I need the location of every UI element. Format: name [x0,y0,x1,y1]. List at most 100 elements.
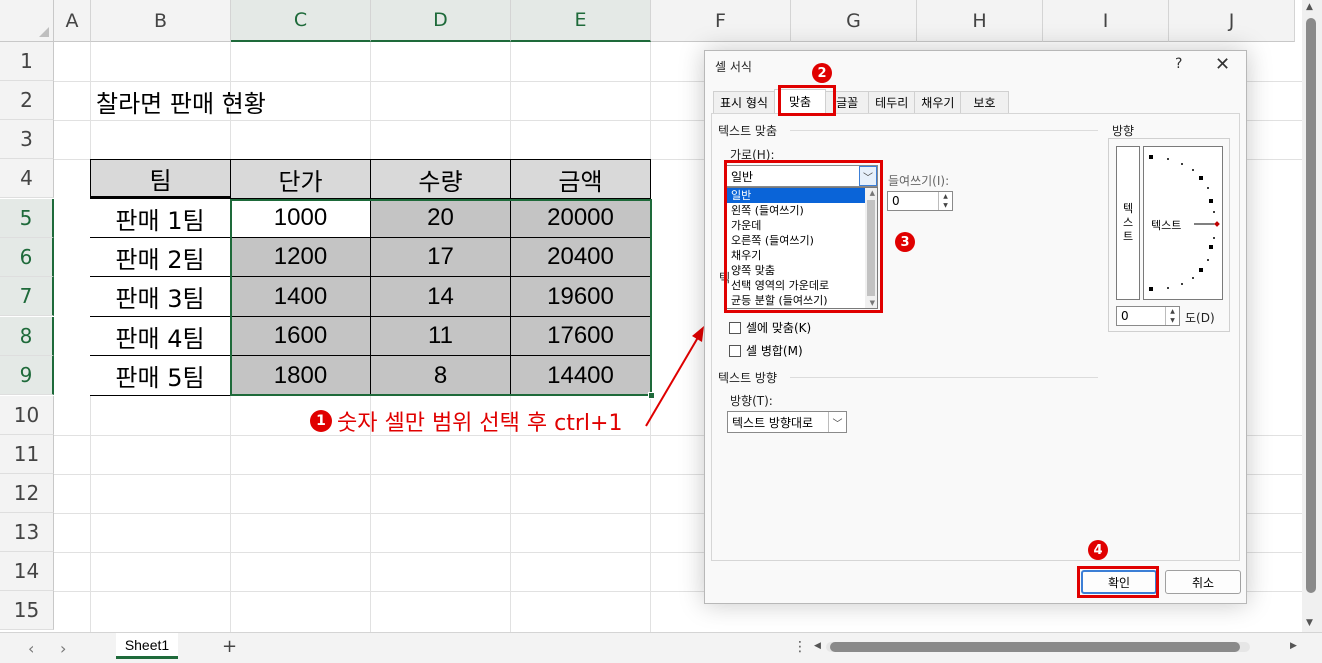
table-cell-team[interactable]: 판매 5팀 [90,356,231,396]
tab-fill[interactable]: 채우기 [914,91,962,113]
checkbox-box[interactable] [729,344,741,357]
spinner-arrows-icon[interactable]: ▲ ▼ [938,192,952,210]
table-cell-amount[interactable]: 14400 [511,356,651,396]
list-item[interactable]: 왼쪽 (들여쓰기) [727,203,877,218]
select-all-corner[interactable] [0,0,54,42]
row-header-9[interactable]: 9 [0,356,54,395]
table-header-amount[interactable]: 금액 [511,159,651,199]
table-header-quantity[interactable]: 수량 [371,159,511,199]
column-header-f[interactable]: F [651,0,791,42]
column-header-a[interactable]: A [54,0,91,42]
tab-alignment[interactable]: 맞춤 [773,89,827,113]
add-sheet-button[interactable]: + [222,636,237,657]
table-cell-amount[interactable]: 17600 [511,317,651,356]
scroll-up-icon[interactable]: ▲ [1306,2,1313,12]
checkbox-box[interactable] [729,321,741,334]
horizontal-align-listbox[interactable]: 일반 왼쪽 (들여쓰기) 가운데 오른쪽 (들여쓰기) 채우기 양쪽 맞춤 선택… [726,187,878,309]
indent-spinner[interactable]: 0 ▲ ▼ [887,191,953,211]
table-cell-unit-price[interactable]: 1000 [231,199,371,238]
list-item[interactable]: 가운데 [727,218,877,233]
shrink-to-fit-checkbox[interactable]: 셀에 맞춤(K) [729,319,811,336]
tab-number[interactable]: 표시 형식 [713,91,775,113]
table-cell-unit-price[interactable]: 1600 [231,317,371,356]
scroll-down-icon[interactable]: ▼ [870,299,875,307]
row-header-10[interactable]: 10 [0,396,54,435]
table-cell-unit-price[interactable]: 1800 [231,356,371,396]
prev-sheet-icon[interactable]: ‹ [28,639,34,658]
row-header-3[interactable]: 3 [0,120,54,159]
vertical-text-button[interactable]: 텍 스 트 [1116,146,1140,300]
table-header-team[interactable]: 팀 [90,159,231,199]
shrink-to-fit-label: 셀에 맞춤(K) [746,321,812,335]
table-cell-amount[interactable]: 19600 [511,277,651,317]
table-cell-team[interactable]: 판매 1팀 [90,199,231,238]
row-header-2[interactable]: 2 [0,81,54,120]
scroll-down-icon[interactable]: ▼ [1306,618,1313,628]
column-header-g[interactable]: G [791,0,917,42]
column-header-d[interactable]: D [371,0,511,42]
scroll-right-icon[interactable]: ▶ [1290,641,1297,651]
merge-cells-checkbox[interactable]: 셀 병합(M) [729,342,803,359]
table-cell-quantity[interactable]: 8 [371,356,511,396]
tab-font[interactable]: 글꼴 [825,91,870,113]
help-icon[interactable]: ? [1175,56,1182,72]
column-header-b[interactable]: B [91,0,231,42]
vertical-scroll-thumb[interactable] [1306,18,1316,593]
more-options-icon[interactable]: ⋮ [793,639,807,655]
row-header-8[interactable]: 8 [0,317,54,356]
chevron-down-icon[interactable]: ﹀ [859,166,877,186]
tab-border[interactable]: 테두리 [868,91,916,113]
scroll-left-icon[interactable]: ◀ [814,641,821,651]
row-header-13[interactable]: 13 [0,513,54,552]
table-cell-quantity[interactable]: 14 [371,277,511,317]
list-item[interactable]: 균등 분할 (들여쓰기) [727,293,877,308]
row-header-4[interactable]: 4 [0,159,54,198]
table-cell-unit-price[interactable]: 1400 [231,277,371,317]
column-header-h[interactable]: H [917,0,1043,42]
tab-protection[interactable]: 보호 [960,91,1009,113]
list-item[interactable]: 오른쪽 (들여쓰기) [727,233,877,248]
row-header-1[interactable]: 1 [0,42,54,81]
table-cell-quantity[interactable]: 11 [371,317,511,356]
sheet-tab-sheet1[interactable]: Sheet1 [116,633,178,659]
row-header-15[interactable]: 15 [0,591,54,630]
table-cell-team[interactable]: 판매 4팀 [90,317,231,356]
indent-value: 0 [892,194,900,208]
table-cell-team[interactable]: 판매 3팀 [90,277,231,317]
listbox-scroll-thumb[interactable] [867,200,875,296]
scroll-up-icon[interactable]: ▲ [870,189,875,197]
column-header-i[interactable]: I [1043,0,1169,42]
horizontal-align-dropdown[interactable]: 일반 ﹀ [726,165,878,187]
row-header-6[interactable]: 6 [0,238,54,277]
column-header-j[interactable]: J [1169,0,1295,42]
close-icon[interactable]: ✕ [1215,54,1230,75]
table-cell-quantity[interactable]: 17 [371,238,511,277]
table-cell-team[interactable]: 판매 2팀 [90,238,231,277]
column-header-c[interactable]: C [231,0,371,42]
list-item[interactable]: 양쪽 맞춤 [727,263,877,278]
sheet-title[interactable]: 찰라면 판매 현황 [96,84,266,119]
orientation-dial[interactable]: 텍스트 [1143,146,1223,300]
ok-button[interactable]: 확인 [1081,570,1157,594]
table-cell-quantity[interactable]: 20 [371,199,511,238]
row-header-11[interactable]: 11 [0,435,54,474]
row-header-12[interactable]: 12 [0,474,54,513]
text-direction-dropdown[interactable]: 텍스트 방향대로 ﹀ [727,411,847,433]
spinner-arrows-icon[interactable]: ▲ ▼ [1165,307,1179,325]
list-item[interactable]: 선택 영역의 가운데로 [727,278,877,293]
table-header-unit-price[interactable]: 단가 [231,159,371,199]
table-cell-amount[interactable]: 20400 [511,238,651,277]
row-header-14[interactable]: 14 [0,552,54,591]
list-item[interactable]: 일반 [727,188,877,203]
next-sheet-icon[interactable]: › [60,639,66,658]
chevron-down-icon[interactable]: ﹀ [828,412,846,432]
table-cell-unit-price[interactable]: 1200 [231,238,371,277]
cancel-button[interactable]: 취소 [1165,570,1241,594]
row-header-7[interactable]: 7 [0,277,54,316]
row-header-5[interactable]: 5 [0,199,54,238]
table-cell-amount[interactable]: 20000 [511,199,651,238]
list-item[interactable]: 채우기 [727,248,877,263]
horizontal-scroll-thumb[interactable] [830,642,1240,652]
degrees-spinner[interactable]: 0 ▲ ▼ [1116,306,1180,326]
column-header-e[interactable]: E [511,0,651,42]
